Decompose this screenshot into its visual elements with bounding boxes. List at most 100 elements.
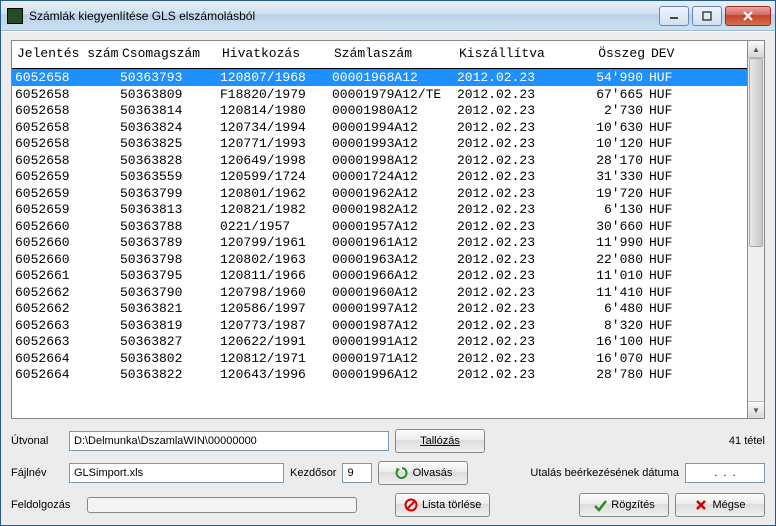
table-scrollbar[interactable]: ▲ ▼ (748, 40, 765, 419)
cell: 2'730 (554, 102, 646, 119)
scroll-down-button[interactable]: ▼ (748, 401, 764, 418)
table-row[interactable]: 605265950363799120801/196200001962A12201… (12, 185, 747, 202)
data-table[interactable]: Jelentés szám Csomagszám Hivatkozás Szám… (11, 40, 748, 419)
cell: 120801/1962 (217, 185, 329, 202)
app-icon (7, 8, 23, 24)
col-szamla[interactable]: Számlaszám (331, 45, 456, 62)
cell: 6052660 (12, 251, 117, 268)
cell: 120599/1724 (217, 168, 329, 185)
cell: 6052658 (12, 135, 117, 152)
kezdosor-input[interactable] (342, 463, 372, 483)
cell: HUF (646, 383, 691, 385)
minimize-button[interactable] (659, 6, 689, 26)
cell: 11'410 (554, 284, 646, 301)
cell: 6052658 (12, 152, 117, 169)
table-row[interactable]: 605266350363819120773/198700001987A12201… (12, 317, 747, 334)
cell: 120771/1993 (217, 135, 329, 152)
rogzites-button[interactable]: Rögzítés (579, 493, 669, 517)
cell: 00001994A12 (329, 119, 454, 136)
cell: HUF (646, 69, 691, 86)
fajlnev-input[interactable] (69, 463, 284, 483)
tallozas-button[interactable]: Tallózás (395, 429, 485, 453)
cell: 50363788 (117, 218, 217, 235)
scroll-track[interactable] (748, 58, 764, 401)
table-row[interactable]: 605266550363806F18803/197600001976A12/TE… (12, 383, 747, 385)
table-row[interactable]: 605265850363825120771/199300001993A12201… (12, 135, 747, 152)
cell: 2012.02.23 (454, 135, 554, 152)
col-csomag[interactable]: Csomagszám (119, 45, 219, 62)
col-jelentes[interactable]: Jelentés szám (14, 45, 119, 62)
cell: 2012.02.23 (454, 350, 554, 367)
cell: 6052658 (12, 119, 117, 136)
megse-label: Mégse (712, 499, 745, 511)
cell: 50363559 (117, 168, 217, 185)
table-row[interactable]: 6052660503637880221/195700001957A122012.… (12, 218, 747, 235)
col-kiszallitva[interactable]: Kiszállítva (456, 45, 556, 62)
cell: HUF (646, 300, 691, 317)
cell: 120773/1987 (217, 317, 329, 334)
table-row[interactable]: 605265950363559120599/172400001724A12201… (12, 168, 747, 185)
main-window: Számlák kiegyenlítése GLS elszámolásból … (0, 0, 776, 526)
cell: 120821/1982 (217, 201, 329, 218)
bottom-form: Útvonal Tallózás 41 tétel Fájlnév Kezdős… (11, 429, 765, 517)
cell: 00001961A12 (329, 234, 454, 251)
cell: 120799/1961 (217, 234, 329, 251)
maximize-button[interactable] (692, 6, 722, 26)
scroll-thumb[interactable] (749, 58, 763, 247)
cell: 16'070 (554, 350, 646, 367)
table-body[interactable]: 605265850363793120807/196800001968A12201… (12, 69, 747, 384)
cell: 2012.02.23 (454, 234, 554, 251)
tallozas-label: Tallózás (420, 435, 460, 447)
date-input[interactable] (685, 463, 765, 483)
table-row[interactable]: 605266250363790120798/196000001960A12201… (12, 284, 747, 301)
table-row[interactable]: 605265850363828120649/199800001998A12201… (12, 152, 747, 169)
megse-button[interactable]: Mégse (675, 493, 765, 517)
table-row[interactable]: 605266350363827120622/199100001991A12201… (12, 333, 747, 350)
cell: 00001960A12 (329, 284, 454, 301)
cell: 2012.02.23 (454, 300, 554, 317)
cell: 00001963A12 (329, 251, 454, 268)
lista-torlese-button[interactable]: Lista törlése (395, 493, 490, 517)
cell: HUF (646, 152, 691, 169)
cell: 120812/1971 (217, 350, 329, 367)
cell: 00001991A12 (329, 333, 454, 350)
cell: 00001971A12 (329, 350, 454, 367)
olvasas-button[interactable]: Olvasás (378, 461, 468, 485)
cell: 00001966A12 (329, 267, 454, 284)
table-row[interactable]: 605266050363798120802/196300001963A12201… (12, 251, 747, 268)
table-row[interactable]: 605266250363821120586/199700001997A12201… (12, 300, 747, 317)
col-hivatkozas[interactable]: Hivatkozás (219, 45, 331, 62)
cell: 50363806 (117, 383, 217, 385)
table-row[interactable]: 605265850363814120814/198000001980A12201… (12, 102, 747, 119)
cell: HUF (646, 350, 691, 367)
table-row[interactable]: 605266150363795120811/196600001966A12201… (12, 267, 747, 284)
utvonal-label: Útvonal (11, 435, 63, 447)
col-dev[interactable]: DEV (648, 45, 693, 62)
cell: 29'580 (554, 383, 646, 385)
cell: 54'990 (554, 69, 646, 86)
table-row[interactable]: 605266450363822120643/199600001996A12201… (12, 366, 747, 383)
cell: 00001724A12 (329, 168, 454, 185)
utvonal-input[interactable] (69, 431, 389, 451)
olvasas-label: Olvasás (413, 467, 453, 479)
cell: 00001980A12 (329, 102, 454, 119)
cell: 2012.02.23 (454, 317, 554, 334)
cell: 6052659 (12, 168, 117, 185)
col-osszeg[interactable]: Összeg (556, 45, 648, 62)
cell: 120807/1968 (217, 69, 329, 86)
table-row[interactable]: 605265850363824120734/199400001994A12201… (12, 119, 747, 136)
table-row[interactable]: 605266050363789120799/196100001961A12201… (12, 234, 747, 251)
cell: 6052658 (12, 86, 117, 103)
cell: 00001962A12 (329, 185, 454, 202)
cell: HUF (646, 251, 691, 268)
table-row[interactable]: 605265950363813120821/198200001982A12201… (12, 201, 747, 218)
client-area: Jelentés szám Csomagszám Hivatkozás Szám… (1, 31, 775, 525)
close-button[interactable] (725, 6, 771, 26)
cell: 2012.02.23 (454, 119, 554, 136)
cell: 6052660 (12, 234, 117, 251)
table-row[interactable]: 605266450363802120812/197100001971A12201… (12, 350, 747, 367)
table-row[interactable]: 605265850363793120807/196800001968A12201… (12, 69, 747, 86)
cell: 50363809 (117, 86, 217, 103)
table-row[interactable]: 605265850363809F18820/197900001979A12/TE… (12, 86, 747, 103)
scroll-up-button[interactable]: ▲ (748, 41, 764, 58)
